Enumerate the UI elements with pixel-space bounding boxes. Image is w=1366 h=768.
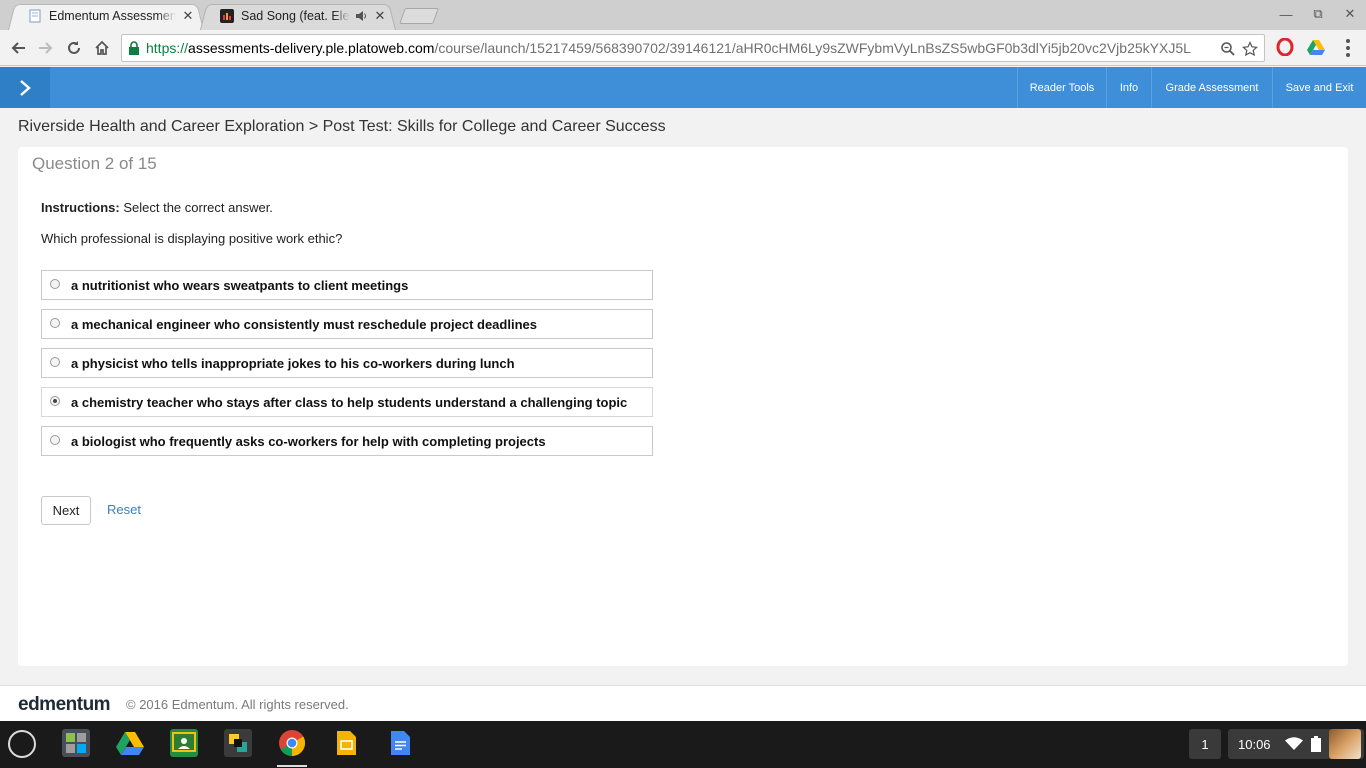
answer-choice[interactable]: a biologist who frequently asks co-worke…	[41, 426, 653, 456]
url-scheme: https://	[146, 40, 189, 56]
tab-title: Sad Song (feat. Elena	[241, 9, 350, 23]
star-icon[interactable]	[1242, 41, 1258, 57]
question-prompt: Which professional is displaying positiv…	[41, 231, 343, 246]
question-card: Question 2 of 15 Instructions: Select th…	[18, 147, 1348, 666]
calculator-app-icon[interactable]	[62, 729, 90, 757]
reset-link[interactable]: Reset	[107, 502, 141, 517]
question-counter: Question 2 of 15	[32, 154, 157, 173]
radio-button-selected[interactable]	[50, 396, 60, 406]
answer-choice-label: a mechanical engineer who consistently m…	[71, 317, 537, 332]
radio-button[interactable]	[50, 279, 60, 289]
tab-title: Edmentum Assessments	[49, 9, 176, 23]
clock: 10:06	[1238, 736, 1271, 752]
chrome-app-icon[interactable]	[278, 729, 306, 757]
home-icon[interactable]	[90, 36, 114, 60]
new-tab-button[interactable]	[399, 8, 439, 24]
music-favicon-icon	[220, 9, 234, 23]
sidebar-toggle-button[interactable]	[0, 67, 50, 108]
instructions-label: Instructions:	[41, 200, 120, 215]
footer: edmentum © 2016 Edmentum. All rights res…	[0, 685, 1366, 721]
answer-choice-label: a biologist who frequently asks co-worke…	[71, 434, 546, 449]
active-app-indicator	[277, 765, 307, 767]
google-slides-app-icon[interactable]	[332, 729, 360, 757]
answer-choice[interactable]: a nutritionist who wears sweatpants to c…	[41, 270, 653, 300]
back-icon[interactable]	[6, 36, 30, 60]
lock-icon	[129, 41, 139, 55]
breadcrumb: Riverside Health and Career Exploration …	[18, 118, 666, 135]
instructions-text: Select the correct answer.	[119, 200, 273, 215]
battery-icon	[1310, 736, 1321, 752]
next-button[interactable]: Next	[41, 496, 91, 525]
answer-choice-selected[interactable]: a chemistry teacher who stays after clas…	[41, 387, 653, 417]
answer-choice-label: a chemistry teacher who stays after clas…	[71, 395, 628, 410]
google-drive-app-icon[interactable]	[116, 729, 144, 757]
speaker-icon[interactable]	[354, 9, 368, 23]
app-header: Reader Tools Info Grade Assessment Save …	[0, 67, 1366, 108]
save-and-exit-button[interactable]: Save and Exit	[1272, 67, 1366, 108]
tab-edmentum[interactable]: Edmentum Assessments ✕	[8, 2, 204, 30]
close-tab-icon[interactable]: ✕	[180, 8, 196, 24]
document-icon	[29, 9, 41, 23]
edmentum-logo: edmentum	[18, 694, 111, 715]
answer-choice[interactable]: a mechanical engineer who consistently m…	[41, 309, 653, 339]
copyright-text: © 2016 Edmentum. All rights reserved.	[126, 697, 349, 712]
forward-icon[interactable]	[34, 36, 58, 60]
opera-extension-icon[interactable]	[1276, 38, 1294, 56]
address-bar[interactable]: https://assessments-delivery.ple.platowe…	[121, 34, 1265, 62]
answer-choice-label: a nutritionist who wears sweatpants to c…	[71, 278, 409, 293]
close-tab-icon[interactable]: ✕	[372, 8, 388, 24]
radio-button[interactable]	[50, 435, 60, 445]
os-shelf: 1 10:06	[0, 721, 1366, 768]
reload-icon[interactable]	[62, 36, 86, 60]
url-host: assessments-delivery.ple.platoweb.com	[188, 40, 435, 56]
radio-button[interactable]	[50, 318, 60, 328]
wifi-icon	[1284, 737, 1303, 750]
answer-choice-label: a physicist who tells inappropriate joke…	[71, 356, 515, 371]
google-classroom-app-icon[interactable]	[170, 729, 198, 757]
minimize-button[interactable]: —	[1273, 4, 1299, 24]
launcher-icon[interactable]	[8, 730, 36, 758]
browser-toolbar: https://assessments-delivery.ple.platowe…	[0, 30, 1366, 66]
answer-choice[interactable]: a physicist who tells inappropriate joke…	[41, 348, 653, 378]
chevron-right-icon	[20, 79, 31, 96]
avatar	[1328, 729, 1361, 759]
google-docs-app-icon[interactable]	[386, 729, 414, 757]
instructions: Instructions: Select the correct answer.	[41, 200, 273, 215]
status-tray[interactable]: 10:06	[1228, 729, 1364, 759]
tab-sad-song[interactable]: Sad Song (feat. Elena ✕	[200, 2, 396, 30]
close-window-button[interactable]: ✕	[1337, 4, 1363, 24]
radio-button[interactable]	[50, 357, 60, 367]
tab-strip: Edmentum Assessments ✕ Sad Song (feat. E…	[0, 0, 1366, 30]
info-button[interactable]: Info	[1106, 67, 1151, 108]
zoom-icon[interactable]	[1220, 41, 1236, 57]
grade-assessment-button[interactable]: Grade Assessment	[1151, 67, 1272, 108]
maximize-button[interactable]: ⧉	[1305, 4, 1331, 24]
notification-count[interactable]: 1	[1189, 729, 1221, 759]
reader-tools-button[interactable]: Reader Tools	[1017, 67, 1106, 108]
menu-icon[interactable]	[1340, 39, 1356, 57]
multitask-app-icon[interactable]	[224, 729, 252, 757]
url-path: /course/launch/15217459/568390702/391461…	[434, 40, 1191, 56]
google-drive-extension-icon[interactable]	[1307, 38, 1325, 56]
